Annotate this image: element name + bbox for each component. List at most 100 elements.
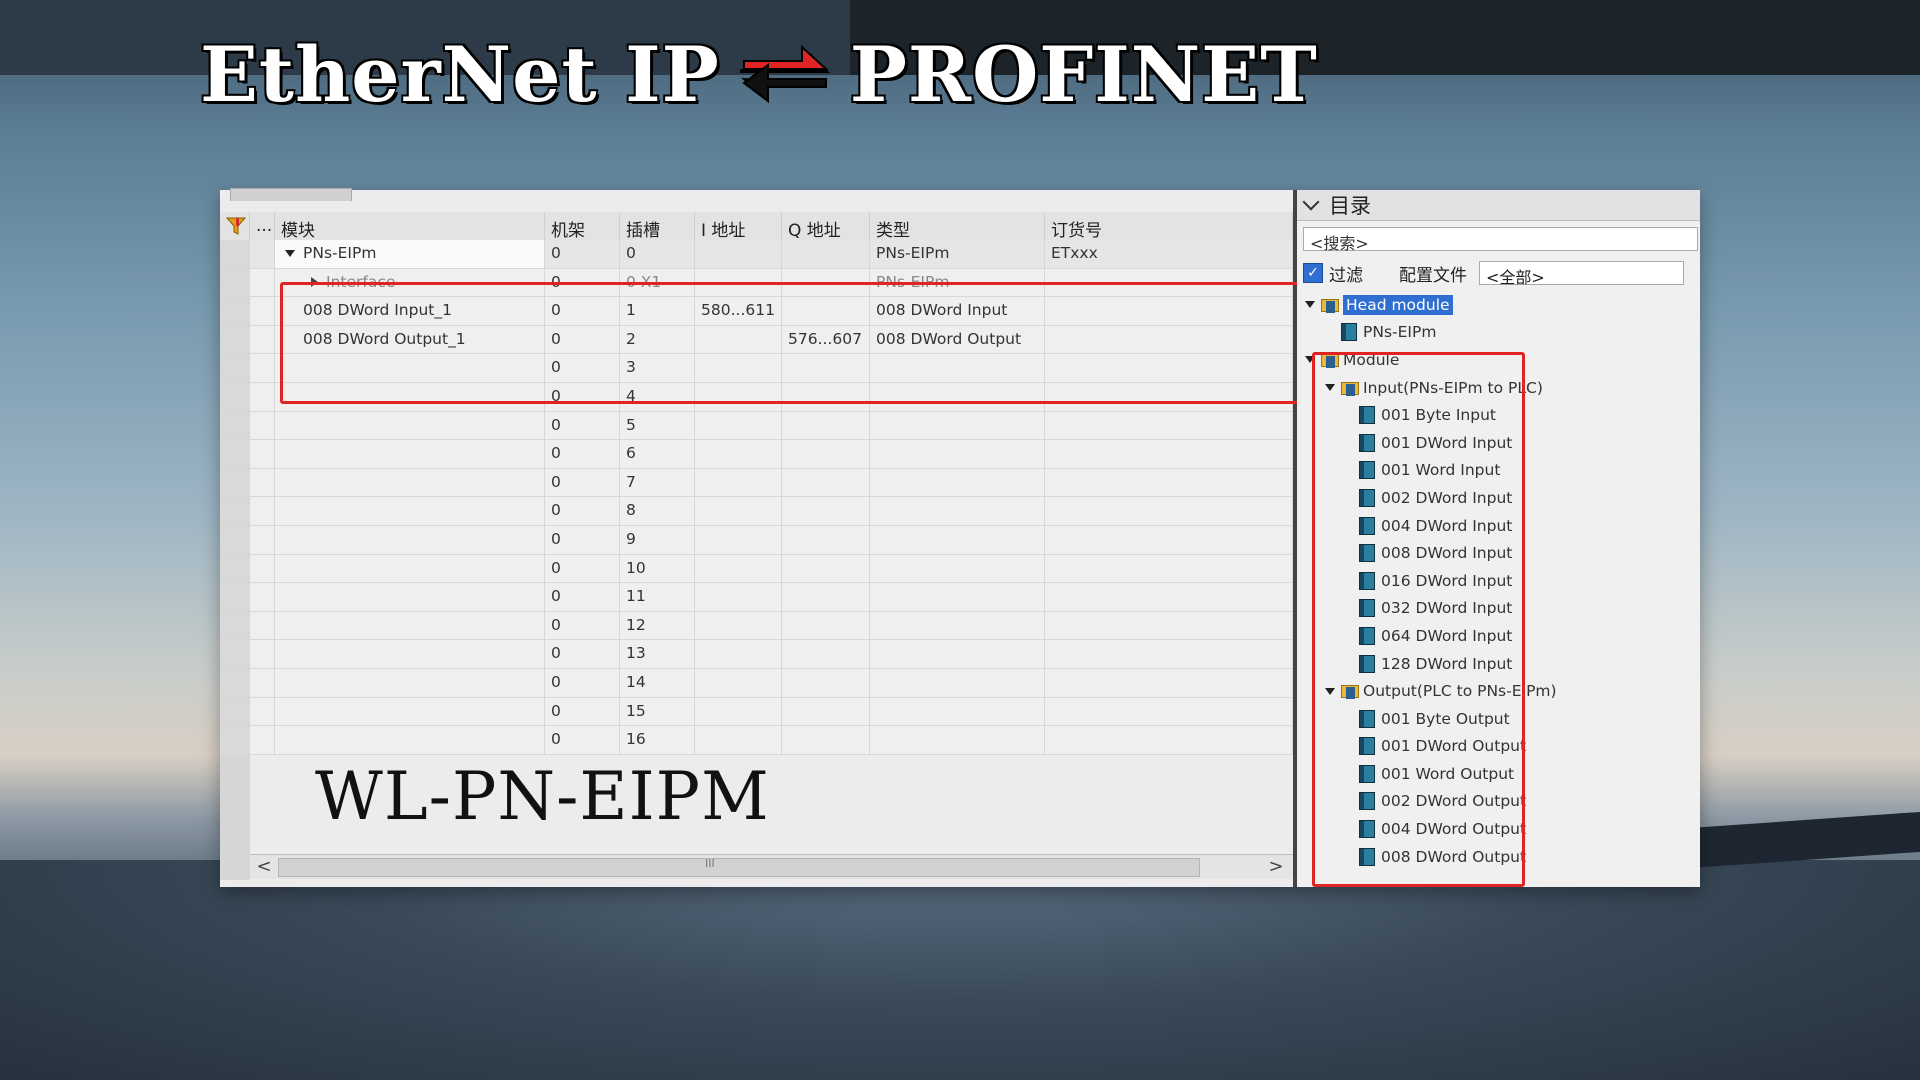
cell-i-address: [695, 611, 782, 640]
profile-select[interactable]: <全部>: [1479, 261, 1684, 287]
cell-type: [870, 497, 1045, 525]
table-row[interactable]: 0 16: [220, 726, 1293, 755]
catalog-filter-row: ✓ 过滤 配置文件 <全部>: [1297, 257, 1700, 289]
cell-order-number: [1045, 640, 1293, 668]
cell-module: [275, 726, 545, 754]
col-header-rack[interactable]: 机架: [545, 212, 620, 240]
profile-label: 配置文件: [1399, 265, 1467, 286]
cell-i-address: [695, 468, 782, 497]
row-gutter-cell: [220, 640, 250, 668]
col-header-slot[interactable]: 插槽: [620, 212, 695, 240]
row-gutter-cell: [220, 525, 250, 554]
row-marker-cell: [250, 726, 275, 754]
cell-rack: 0: [545, 240, 620, 268]
cell-rack: 0: [545, 668, 620, 697]
cell-slot: 13: [620, 640, 695, 668]
row-gutter-cell: [220, 440, 250, 468]
tree-node-label: PNs-EIPm: [1363, 323, 1437, 342]
row-marker-cell: [250, 354, 275, 382]
scroll-right-button[interactable]: >: [1266, 857, 1286, 877]
cell-type: [870, 697, 1045, 726]
cell-i-address: [695, 440, 782, 468]
row-marker-cell: [250, 611, 275, 640]
cell-rack: 0: [545, 497, 620, 525]
table-row[interactable]: 07: [220, 468, 1293, 498]
cell-q-address: [782, 468, 870, 497]
col-header-i-address[interactable]: I 地址: [695, 212, 782, 240]
row-gutter-cell: [220, 611, 250, 640]
cell-slot: 7: [620, 468, 695, 497]
table-row[interactable]: 06: [220, 440, 1293, 469]
device-view-tab[interactable]: [230, 188, 352, 201]
row-gutter-cell: [220, 668, 250, 697]
cell-type: [870, 411, 1045, 440]
cell-order-number: [1045, 525, 1293, 554]
table-row[interactable]: 0 14: [220, 668, 1293, 698]
cell-slot: 12: [620, 611, 695, 640]
tree-node[interactable]: PNs-EIPm: [1297, 319, 1700, 347]
table-row[interactable]: 0 11: [220, 583, 1293, 612]
table-row[interactable]: 0 12: [220, 611, 1293, 641]
cell-module: PNs-EIPm: [275, 240, 545, 268]
table-row[interactable]: 09: [220, 525, 1293, 555]
cell-order-number: [1045, 611, 1293, 640]
collapse-arrow-icon[interactable]: [285, 250, 295, 257]
cell-type: [870, 583, 1045, 611]
device-view-panel: ... 模块 机架 插槽 I 地址 Q 地址 类型 订货号 PNs-EIPm 0 0…: [220, 188, 1300, 887]
col-header-q-address[interactable]: Q 地址: [782, 212, 870, 240]
cell-rack: 0: [545, 554, 620, 583]
cell-module: [275, 611, 545, 640]
cell-rack: 0: [545, 640, 620, 668]
cell-order-number: [1045, 440, 1293, 468]
row-gutter-cell: [220, 583, 250, 611]
cell-q-address: [782, 240, 870, 268]
row-marker-cell: [250, 668, 275, 697]
row-gutter-cell: [220, 240, 250, 268]
cell-type: [870, 525, 1045, 554]
tree-expand-arrow-icon[interactable]: [1305, 301, 1315, 309]
table-row[interactable]: 0 13: [220, 640, 1293, 669]
cell-i-address: [695, 240, 782, 268]
highlight-box-catalog: [1312, 352, 1525, 887]
cell-type: [870, 440, 1045, 468]
scroll-grip: III: [705, 857, 715, 870]
filter-cell[interactable]: [220, 212, 250, 240]
cell-i-address: [695, 554, 782, 583]
cell-module: [275, 554, 545, 583]
catalog-search-input[interactable]: <搜索>: [1303, 227, 1698, 253]
cell-q-address: [782, 440, 870, 468]
scroll-thumb[interactable]: [278, 858, 1200, 877]
cell-type: [870, 726, 1045, 754]
cell-slot: 9: [620, 525, 695, 554]
col-header-order-number[interactable]: 订货号: [1045, 212, 1293, 240]
col-header-type[interactable]: 类型: [870, 212, 1045, 240]
table-row[interactable]: 05: [220, 411, 1293, 441]
filter-label: 过滤: [1329, 265, 1363, 286]
cell-order-number: [1045, 583, 1293, 611]
cell-i-address: [695, 640, 782, 668]
cell-module: [275, 640, 545, 668]
collapse-chevron-icon[interactable]: [1302, 193, 1320, 211]
cell-slot: 0: [620, 240, 695, 268]
table-row[interactable]: PNs-EIPm 0 0 PNs-EIPm ETxxx: [220, 240, 1293, 269]
cell-order-number: [1045, 468, 1293, 497]
horizontal-scrollbar[interactable]: < III >: [250, 854, 1293, 879]
cell-slot: 10: [620, 554, 695, 583]
cell-type: [870, 668, 1045, 697]
product-label: WL-PN-EIPM: [315, 758, 770, 835]
row-marker-cell: [250, 411, 275, 440]
table-row[interactable]: 0 10: [220, 554, 1293, 584]
banner-title: EtherNet IP PROFINET: [200, 24, 1318, 124]
cell-type: [870, 611, 1045, 640]
tree-node[interactable]: Head module: [1297, 291, 1700, 319]
filter-icon: [226, 217, 246, 235]
filter-checkbox[interactable]: ✓: [1303, 263, 1323, 283]
table-row[interactable]: 08: [220, 497, 1293, 526]
col-header-module[interactable]: 模块: [275, 212, 545, 240]
cell-q-address: [782, 583, 870, 611]
table-row[interactable]: 0 15: [220, 697, 1293, 727]
cell-i-address: [695, 411, 782, 440]
col-header-more[interactable]: ...: [250, 212, 275, 240]
row-marker-cell: [250, 468, 275, 497]
scroll-left-button[interactable]: <: [254, 857, 274, 877]
